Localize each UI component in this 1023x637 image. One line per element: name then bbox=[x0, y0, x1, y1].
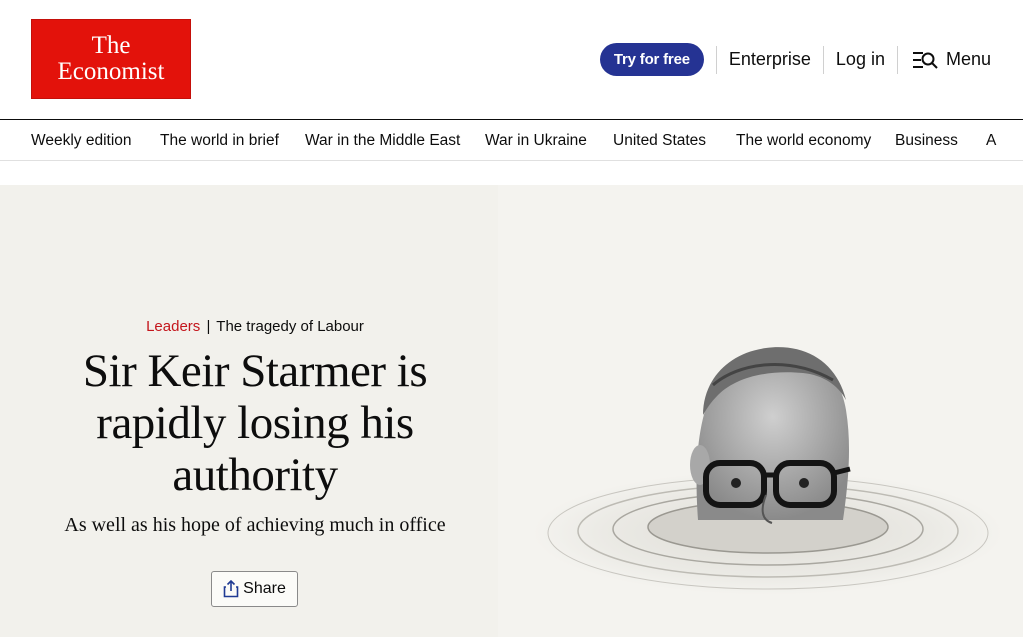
article-kicker: Leaders | The tragedy of Labour bbox=[30, 318, 480, 335]
logo-line-1: The bbox=[91, 32, 131, 59]
menu-search-icon bbox=[912, 50, 938, 70]
portrait-illustration[interactable] bbox=[498, 185, 1023, 637]
nav-item-middle-east[interactable]: War in the Middle East bbox=[305, 132, 460, 150]
rubric-label: The tragedy of Labour bbox=[216, 318, 364, 335]
section-nav: Weekly edition The world in brief War in… bbox=[0, 121, 1023, 161]
article-subheadline: As well as his hope of achieving much in… bbox=[64, 514, 446, 536]
economist-logo[interactable]: The Economist bbox=[31, 19, 191, 99]
nav-item-world-in-brief[interactable]: The world in brief bbox=[160, 132, 279, 150]
nav-item-business[interactable]: Business bbox=[895, 132, 958, 150]
nav-item-world-economy[interactable]: The world economy bbox=[736, 132, 871, 150]
nav-item-overflow[interactable]: A bbox=[986, 132, 996, 150]
section-label[interactable]: Leaders bbox=[146, 318, 200, 335]
share-button[interactable]: Share bbox=[211, 571, 298, 607]
nav-item-ukraine[interactable]: War in Ukraine bbox=[485, 132, 587, 150]
hero-section: Leaders | The tragedy of Labour Sir Keir… bbox=[0, 185, 1023, 637]
menu-label: Menu bbox=[945, 49, 991, 69]
site-header: The Economist Try for free Enterprise Lo… bbox=[0, 0, 1023, 120]
nav-item-united-states[interactable]: United States bbox=[613, 132, 706, 150]
logo-line-2: Economist bbox=[57, 58, 165, 85]
header-actions: Try for free Enterprise Log in Menu bbox=[599, 43, 991, 76]
nav-item-weekly-edition[interactable]: Weekly edition bbox=[31, 132, 132, 150]
article-headline[interactable]: Sir Keir Starmer is rapidly losing his a… bbox=[30, 345, 480, 501]
share-label: Share bbox=[243, 580, 286, 597]
share-icon bbox=[223, 580, 239, 598]
menu-button[interactable]: Menu bbox=[898, 49, 991, 70]
enterprise-link[interactable]: Enterprise bbox=[717, 49, 823, 70]
login-link[interactable]: Log in bbox=[824, 49, 897, 70]
lead-article: Leaders | The tragedy of Labour Sir Keir… bbox=[30, 185, 480, 637]
try-for-free-button[interactable]: Try for free bbox=[599, 43, 704, 76]
kicker-separator: | bbox=[206, 318, 211, 335]
